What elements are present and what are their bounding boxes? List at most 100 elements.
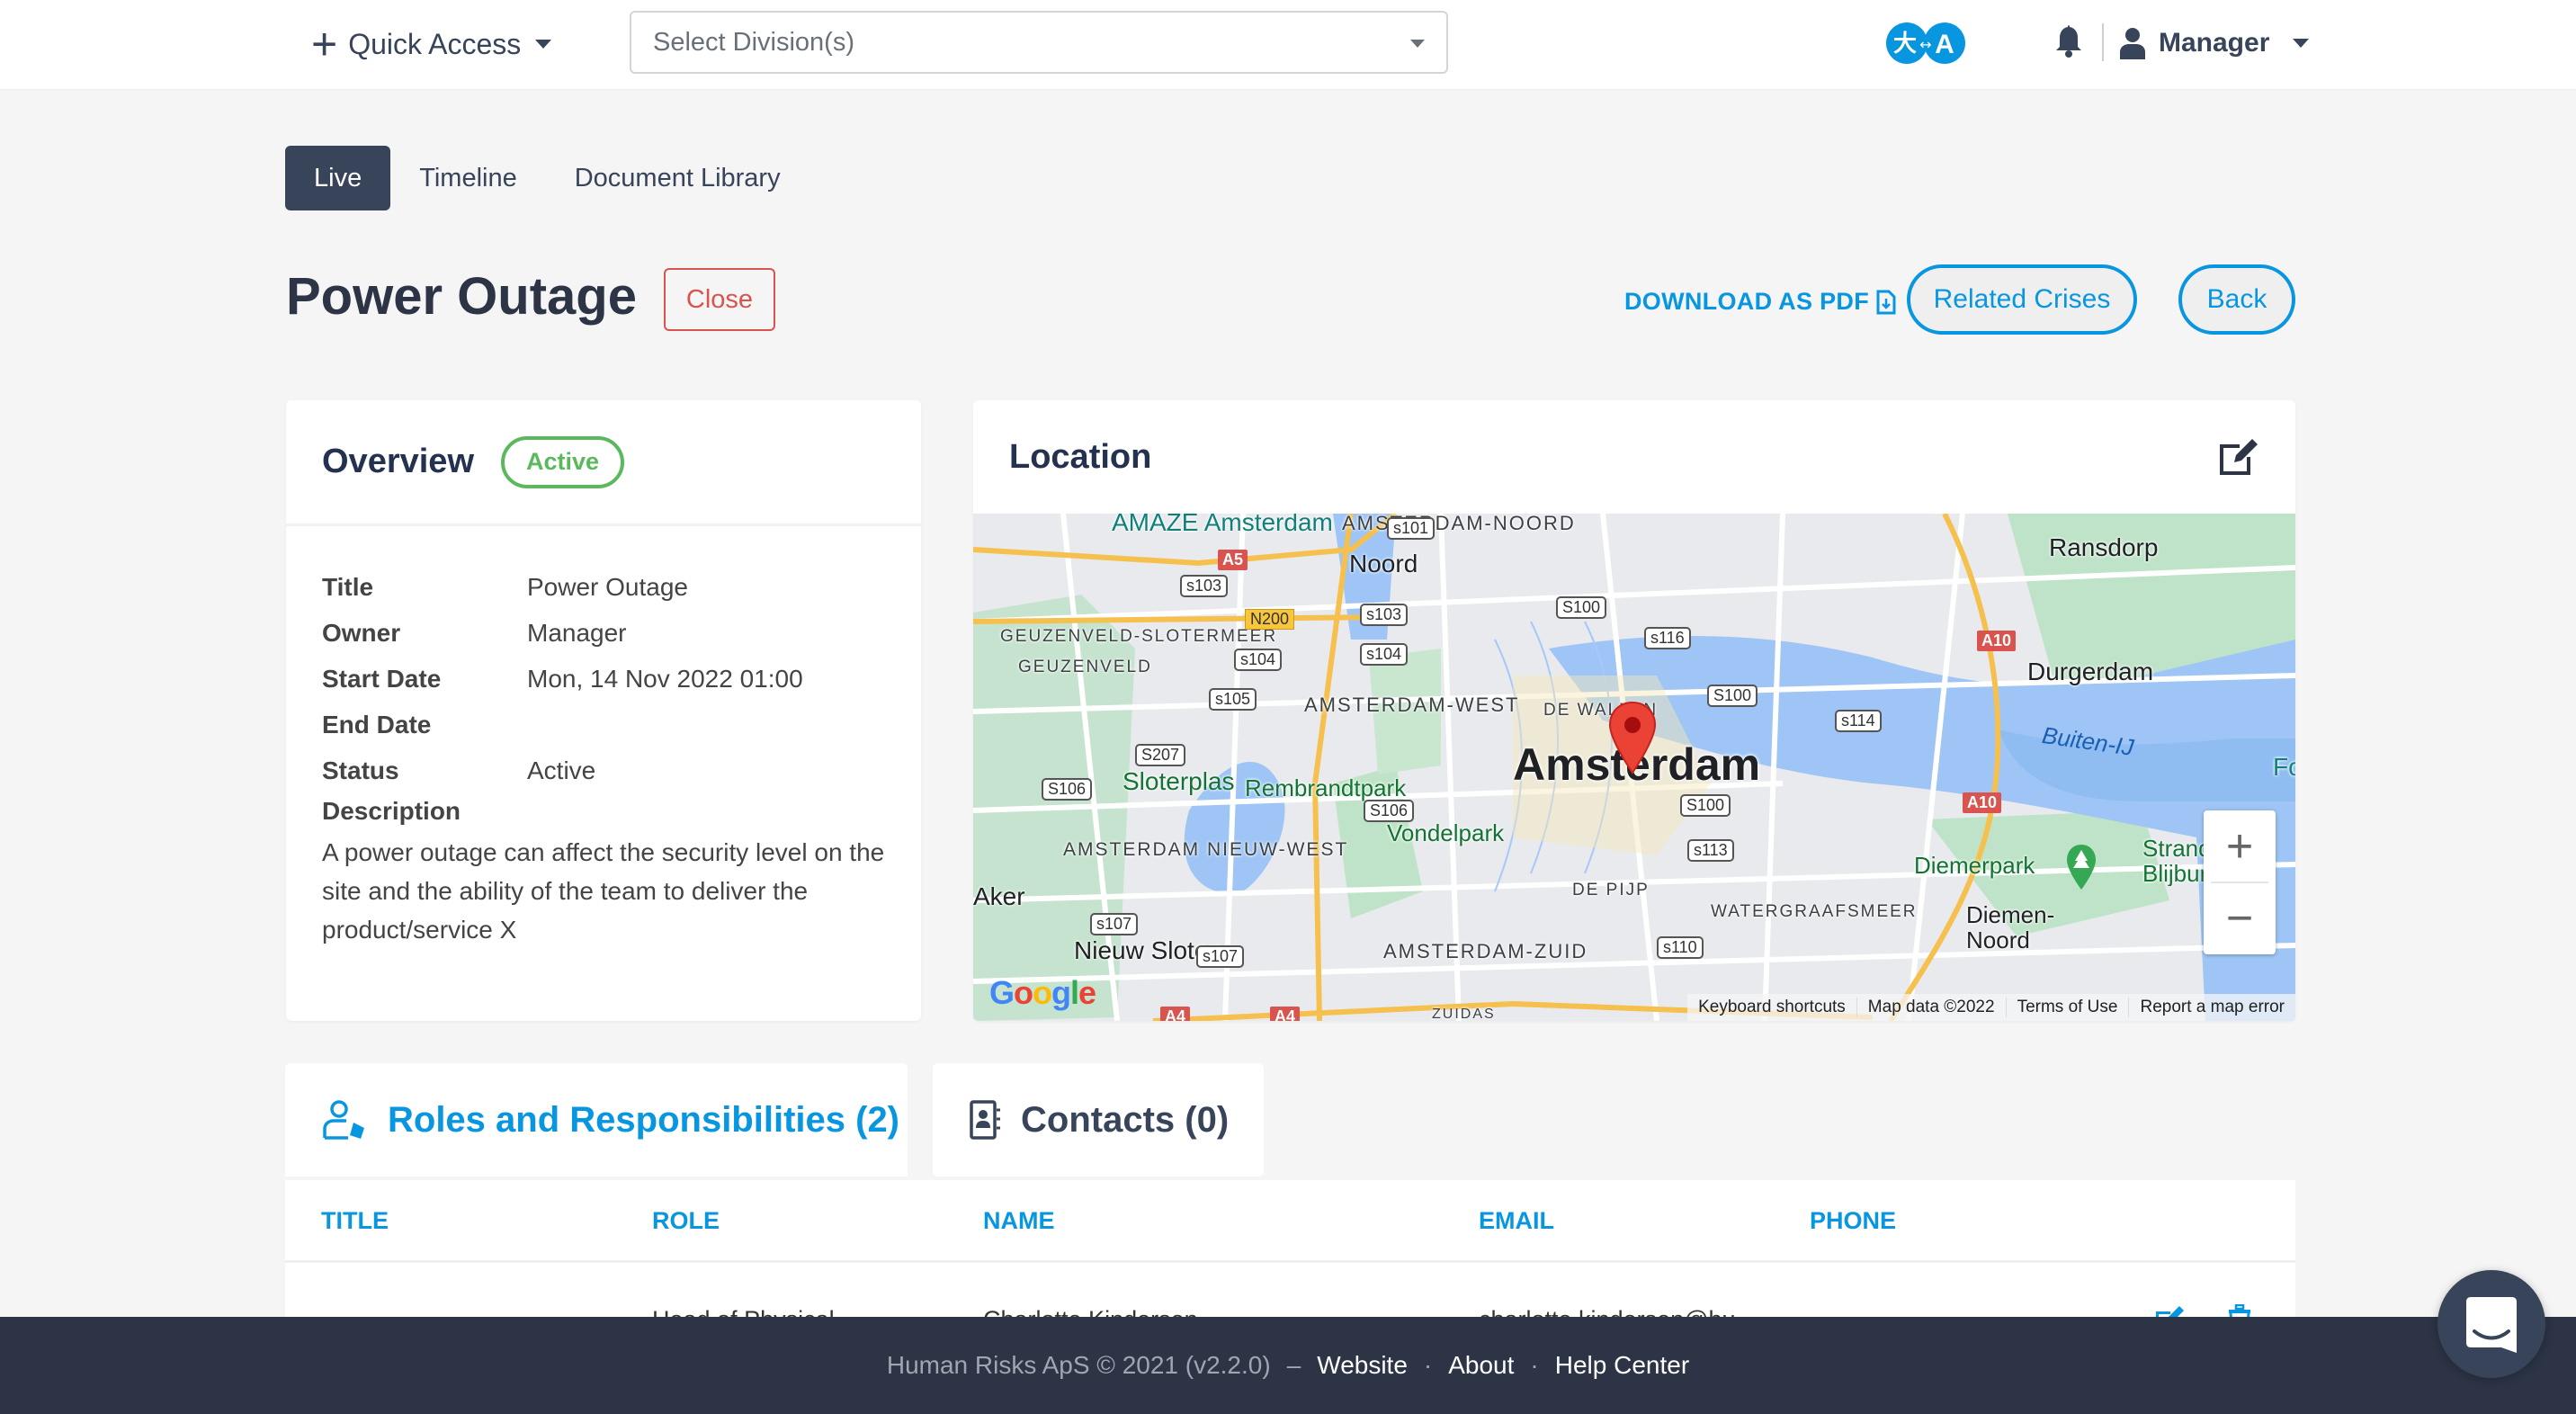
location-header: Location	[973, 400, 2295, 514]
tab-timeline[interactable]: Timeline	[390, 146, 546, 210]
tab-contacts[interactable]: Contacts (0)	[933, 1063, 1264, 1177]
table-header: TITLE ROLE NAME EMAIL PHONE	[285, 1180, 2295, 1263]
detail-row-end-date: End Date	[322, 702, 885, 747]
back-button[interactable]: Back	[2178, 264, 2295, 335]
svg-text:大: 大	[1893, 31, 1917, 58]
map-pin-icon[interactable]	[1607, 701, 1658, 774]
report-map-error-link[interactable]: Report a map error	[2128, 998, 2295, 1017]
address-book-icon	[970, 1100, 1000, 1140]
caret-down-icon	[2293, 39, 2310, 48]
map-label-watergraafsmeer: WATERGRAAFSMEER	[1711, 902, 1918, 921]
status-badge: Active	[501, 435, 625, 488]
road-shield: s107	[1090, 913, 1139, 935]
user-menu[interactable]: Manager	[2119, 22, 2310, 65]
location-card: Location AMAZE Amsterdam AMSTERDAM-NOORD…	[973, 400, 2295, 1021]
column-header-role[interactable]: ROLE	[652, 1207, 720, 1235]
related-crises-button[interactable]: Related Crises	[1907, 264, 2137, 335]
bell-icon[interactable]	[2053, 23, 2084, 58]
road-shield: S100	[1680, 794, 1731, 817]
map-attribution: Keyboard shortcuts Map data ©2022 Terms …	[1687, 994, 2295, 1021]
quick-access-menu[interactable]: + Quick Access	[311, 19, 552, 69]
division-select[interactable]: Select Division(s)	[630, 11, 1448, 74]
detail-row-status: Status Active	[322, 747, 885, 793]
page-title: Power Outage	[286, 267, 637, 326]
map-label-ransdorp: Ransdorp	[2049, 533, 2159, 561]
svg-text:A: A	[1935, 30, 1954, 59]
quick-access-label: Quick Access	[348, 27, 522, 60]
column-header-name[interactable]: NAME	[983, 1207, 1055, 1235]
highway-label: A10	[1963, 792, 2002, 813]
caret-down-icon	[1410, 40, 1425, 48]
map-label-diemen-noord: Diemen-Noord	[1966, 901, 2055, 953]
road-shield: s113	[1687, 839, 1734, 862]
map-zoom-control: + −	[2204, 810, 2276, 954]
keyboard-shortcuts-link[interactable]: Keyboard shortcuts	[1687, 998, 1856, 1017]
page-footer: Human Risks ApS © 2021 (v2.2.0) – Websit…	[0, 1317, 2576, 1414]
map-label-amsterdam-noord: AMSTERDAM-NOORD	[1342, 514, 1576, 534]
park-marker-icon	[2067, 845, 2096, 890]
road-shield: S100	[1556, 596, 1607, 619]
road-shield: s105	[1209, 688, 1257, 711]
map-label-noord: Noord	[1349, 550, 1418, 577]
caret-down-icon	[535, 40, 552, 49]
road-shield: s104	[1360, 643, 1409, 666]
location-heading: Location	[1009, 437, 1152, 476]
overview-card: Overview Active Title Power Outage Owner…	[286, 400, 921, 1021]
road-shield: s103	[1180, 575, 1229, 597]
column-header-email[interactable]: EMAIL	[1479, 1207, 1554, 1235]
footer-link-help-center[interactable]: Help Center	[1555, 1351, 1689, 1380]
divider	[2211, 882, 2268, 883]
footer-link-website[interactable]: Website	[1317, 1351, 1408, 1380]
detail-row-owner: Owner Manager	[322, 610, 885, 656]
description-label: Description	[322, 797, 461, 825]
map-label-strand-blijburg: Strand Blijburg	[2142, 836, 2205, 886]
zoom-in-button[interactable]: +	[2204, 810, 2276, 882]
svg-text:↔: ↔	[1919, 36, 1931, 53]
road-shield: s104	[1234, 649, 1283, 671]
plus-icon: +	[311, 19, 338, 69]
detail-value: Manager	[527, 618, 627, 647]
divider	[2102, 23, 2104, 61]
footer-link-about[interactable]: About	[1448, 1351, 1514, 1380]
map-label-aker: Aker	[973, 882, 1025, 910]
detail-row-title: Title Power Outage	[322, 564, 885, 610]
column-header-phone[interactable]: PHONE	[1810, 1207, 1896, 1235]
overview-header: Overview Active	[286, 400, 921, 526]
detail-value: Power Outage	[527, 572, 688, 601]
road-shield: S106	[1364, 800, 1415, 822]
road-shield: S106	[1042, 778, 1093, 801]
map-label-amsterdam-west: AMSTERDAM-WEST	[1304, 694, 1520, 716]
highway-label: N200	[1245, 609, 1295, 630]
chat-icon	[2466, 1297, 2517, 1353]
tab-document-library[interactable]: Document Library	[546, 146, 809, 210]
map-label-sloterplas: Sloterplas	[1123, 767, 1235, 795]
edit-location-icon[interactable]	[2216, 435, 2259, 479]
detail-value: Mon, 14 Nov 2022 01:00	[527, 664, 803, 693]
download-pdf-link[interactable]: DOWNLOAD AS PDF	[1624, 288, 1896, 316]
map-label-de-pijp: DE PIJP	[1572, 881, 1650, 899]
zoom-out-button[interactable]: −	[2204, 882, 2276, 954]
overview-heading: Overview	[322, 443, 474, 480]
highway-label: A10	[1977, 631, 2017, 651]
map-label-fo: Fo	[2273, 753, 2295, 781]
column-header-title[interactable]: TITLE	[321, 1207, 389, 1235]
terms-of-use-link[interactable]: Terms of Use	[2005, 998, 2129, 1017]
detail-label: Status	[322, 756, 399, 784]
google-logo: Google	[989, 974, 1096, 1011]
road-shield: s103	[1360, 604, 1409, 626]
top-bar: + Quick Access Select Division(s) 大 ↔ A …	[0, 0, 2576, 90]
detail-label: Owner	[322, 618, 401, 647]
file-download-icon	[1876, 290, 1896, 314]
translate-icon[interactable]: 大 ↔ A	[1885, 22, 1966, 65]
location-map[interactable]: AMAZE Amsterdam AMSTERDAM-NOORD Noord Ra…	[973, 514, 2295, 1021]
chat-widget-button[interactable]	[2437, 1270, 2545, 1378]
close-crisis-button[interactable]: Close	[664, 268, 775, 331]
copyright-text: Human Risks ApS © 2021 (v2.2.0)	[886, 1351, 1271, 1379]
detail-label: Start Date	[322, 664, 442, 693]
tab-live[interactable]: Live	[285, 146, 391, 210]
road-shield: s116	[1644, 627, 1691, 649]
separator: ·	[1423, 1351, 1433, 1379]
tab-roles-and-responsibilities[interactable]: Roles and Responsibilities (2)	[285, 1063, 908, 1177]
description-text: A power outage can affect the security l…	[322, 838, 885, 944]
road-shield: s110	[1657, 936, 1704, 959]
